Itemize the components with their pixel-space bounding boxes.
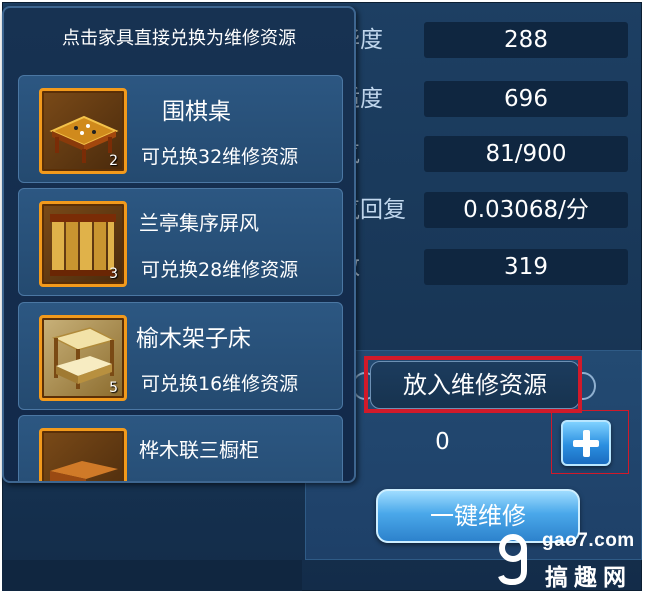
watermark-site: gao7.com xyxy=(542,530,635,551)
popup-header: 点击家具直接兑换为维修资源 xyxy=(62,28,296,49)
bottom-strip xyxy=(2,560,302,591)
watermark-name: 搞趣网 xyxy=(545,565,632,591)
furniture-bed-icon: 5 xyxy=(39,315,127,401)
item-name: 围棋桌 xyxy=(162,99,231,125)
repair-amount: 0 xyxy=(435,429,450,455)
furniture-screen-icon: 3 xyxy=(39,201,127,287)
furniture-item[interactable]: 2 围棋桌 可兑换32维修资源 xyxy=(18,75,343,183)
furniture-exchange-popup: 点击家具直接兑换为维修资源 2 围棋桌 可兑换32维修资源 3 兰亭集序屏风 可… xyxy=(2,6,356,483)
item-desc: 可兑换16维修资源 xyxy=(141,373,299,395)
item-count: 3 xyxy=(109,266,118,282)
stat-value: 0.03068/分 xyxy=(424,192,628,228)
stat-value: 288 xyxy=(424,22,628,58)
furniture-cabinet-icon xyxy=(39,428,127,481)
furniture-item[interactable]: 3 兰亭集序屏风 可兑换28维修资源 xyxy=(18,188,343,296)
item-name: 榆木架子床 xyxy=(136,326,251,352)
watermark-logo-icon xyxy=(498,534,527,585)
item-count: 2 xyxy=(109,153,118,169)
item-desc: 可兑换28维修资源 xyxy=(141,259,299,281)
add-resource-button[interactable] xyxy=(561,420,611,466)
item-count: 5 xyxy=(109,380,118,396)
item-name: 兰亭集序屏风 xyxy=(139,211,259,235)
stat-value: 81/900 xyxy=(424,136,628,172)
stat-value: 696 xyxy=(424,81,628,117)
furniture-item[interactable]: 桦木联三橱柜 xyxy=(18,415,343,481)
furniture-item[interactable]: 5 榆木架子床 可兑换16维修资源 xyxy=(18,302,343,410)
item-name: 桦木联三橱柜 xyxy=(139,438,259,462)
stat-value: 319 xyxy=(424,249,628,285)
furniture-go-table-icon: 2 xyxy=(39,88,127,174)
highlight-box-title xyxy=(364,356,582,413)
item-desc: 可兑换32维修资源 xyxy=(141,146,299,168)
